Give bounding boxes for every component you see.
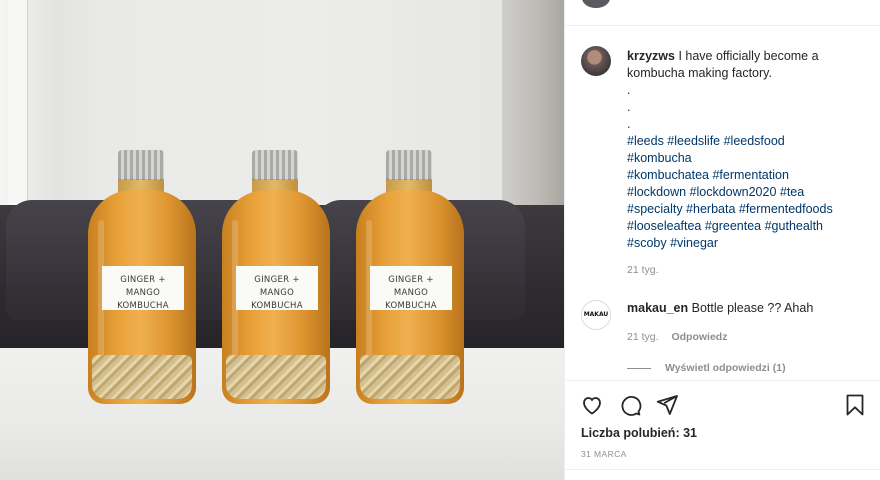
bottle-cap	[252, 150, 298, 182]
view-replies-label: Wyświetl odpowiedzi (1)	[665, 362, 786, 374]
kombucha-bottle: GINGER + MANGO KOMBUCHA	[88, 150, 196, 410]
hashtag-line[interactable]: #looseleaftea #greentea #guthealth	[627, 218, 867, 235]
view-replies-button[interactable]: Wyświetl odpowiedzi (1)	[627, 362, 786, 374]
bottle-sediment	[226, 355, 326, 399]
bottle-label-line2: KOMBUCHA	[251, 301, 303, 311]
hashtag-line[interactable]: #lockdown #lockdown2020 #tea	[627, 184, 867, 201]
kombucha-bottle: GINGER + MANGO KOMBUCHA	[222, 150, 330, 410]
likes-count[interactable]: Liczba polubień: 31	[581, 426, 697, 440]
hashtag-line[interactable]: #kombuchatea #fermentation	[627, 167, 867, 184]
bottle-label-line1: GINGER + MANGO	[120, 275, 166, 298]
bottle-label-line2: KOMBUCHA	[117, 301, 169, 311]
comment-body: Bottle please ?? Ahah	[691, 301, 814, 315]
post-actions: Liczba polubień: 31 31 MARCA	[565, 380, 880, 480]
hashtag-line[interactable]: #scoby #vinegar	[627, 235, 867, 252]
background-window-frame	[8, 0, 28, 215]
hashtag-line[interactable]: #leeds #leedslife #leedsfood	[627, 133, 867, 150]
bottle-label: GINGER + MANGO KOMBUCHA	[102, 266, 184, 311]
bottle-label-line1: GINGER + MANGO	[254, 275, 300, 298]
caption-text: krzyzws I have officially become a kombu…	[627, 48, 867, 252]
comment-text: makau_en Bottle please ?? Ahah	[627, 300, 867, 317]
commenter-avatar[interactable]: MAKAU	[581, 300, 611, 330]
bookmark-icon[interactable]	[843, 393, 867, 417]
caption-dot: .	[627, 117, 631, 131]
commenter-username[interactable]: makau_en	[627, 301, 688, 315]
bottle-label: GINGER + MANGO KOMBUCHA	[370, 266, 452, 311]
hashtag-line[interactable]: #specialty #herbata #fermentedfoods	[627, 201, 867, 218]
bottle-sediment	[360, 355, 460, 399]
bottle-cap	[118, 150, 164, 182]
header-avatar[interactable]	[582, 0, 610, 8]
post-sidebar: krzyzws I have officially become a kombu…	[564, 0, 880, 480]
replies-divider	[627, 367, 651, 369]
comment-box-divider	[565, 469, 880, 470]
comment-icon[interactable]	[618, 393, 642, 417]
hashtag-line[interactable]: #kombucha	[627, 150, 867, 167]
bottle-label-line1: GINGER + MANGO	[388, 275, 434, 298]
share-icon[interactable]	[655, 393, 679, 417]
bottle-cap	[386, 150, 432, 182]
caption-dot: .	[627, 83, 631, 97]
caption-time[interactable]: 21 tyg.	[627, 264, 659, 276]
comment-meta: 21 tyg. Odpowiedz	[627, 331, 727, 343]
bottle-label: GINGER + MANGO KOMBUCHA	[236, 266, 318, 311]
reply-button[interactable]: Odpowiedz	[671, 331, 727, 343]
heart-icon[interactable]	[580, 393, 604, 417]
post-photo[interactable]: GINGER + MANGO KOMBUCHA GINGER + MANGO K…	[0, 0, 564, 480]
author-avatar[interactable]	[581, 46, 611, 76]
comment-time[interactable]: 21 tyg.	[627, 331, 659, 343]
author-username[interactable]: krzyzws	[627, 49, 675, 63]
post-date[interactable]: 31 MARCA	[581, 449, 627, 459]
caption-dot: .	[627, 100, 631, 114]
kombucha-bottle: GINGER + MANGO KOMBUCHA	[356, 150, 464, 410]
post-header	[565, 0, 880, 26]
bottle-sediment	[92, 355, 192, 399]
bottle-label-line2: KOMBUCHA	[385, 301, 437, 311]
